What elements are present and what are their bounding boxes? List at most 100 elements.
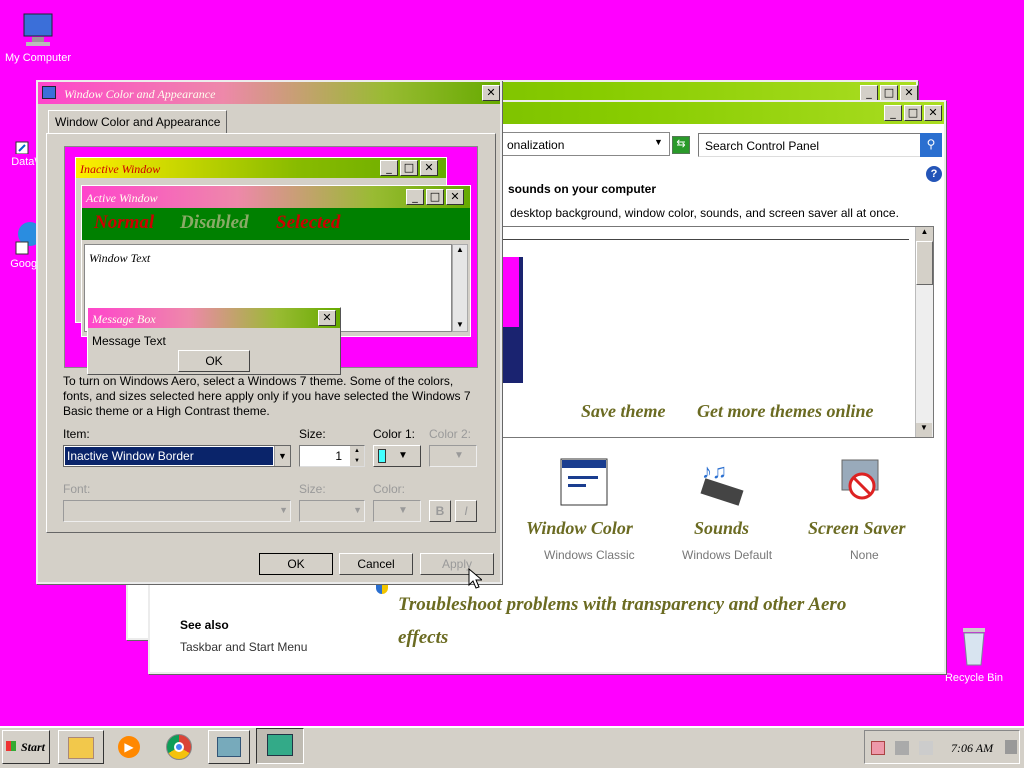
search-icon[interactable]: ⚲: [920, 133, 942, 157]
preview-normal: Normal: [94, 212, 155, 233]
window-color-link[interactable]: Window Color: [526, 518, 633, 539]
maximize-button[interactable]: □: [904, 105, 922, 121]
screen-saver-sub: None: [850, 548, 879, 562]
preview-msgbox-close: ✕: [318, 310, 336, 326]
cancel-button[interactable]: Cancel: [339, 553, 413, 575]
start-button[interactable]: Start: [2, 730, 50, 764]
shortcut-icon: [15, 141, 29, 154]
chrome-icon: [15, 222, 38, 255]
clock[interactable]: 7:06 AM: [951, 741, 993, 756]
color2-picker: ▼: [429, 445, 477, 467]
color1-swatch: [378, 449, 386, 463]
recycle-bin-icon: [963, 628, 985, 666]
color1-picker[interactable]: ▼: [373, 445, 421, 467]
chevron-down-icon: ▼: [398, 450, 408, 461]
preview-close: ✕: [446, 189, 464, 205]
close-button[interactable]: ✕: [924, 105, 942, 121]
preview-min: _: [406, 189, 424, 205]
color2-label: Color 2:: [429, 427, 472, 441]
stepper-arrows[interactable]: ▲ ▼: [350, 446, 364, 466]
theme-preview: [501, 257, 523, 383]
item-selected-value: Inactive Window Border: [65, 447, 273, 465]
network-icon[interactable]: [895, 741, 909, 755]
preview-window-text: Window Text: [89, 251, 151, 265]
theme-list[interactable]: Save theme Get more themes online ▲ ▼: [500, 226, 934, 438]
window-color-dialog[interactable]: Window Color and Appearance ✕ Window Col…: [36, 80, 502, 584]
refresh-button[interactable]: ⇆: [672, 136, 690, 154]
dialog-close-button[interactable]: ✕: [482, 85, 500, 101]
recycle-bin-shortcut[interactable]: Recycle Bin: [938, 624, 1010, 684]
my-computer-label: My Computer: [4, 52, 72, 64]
troubleshoot-link[interactable]: Troubleshoot problems with transparency …: [398, 588, 898, 654]
see-also-heading: See also: [180, 618, 229, 632]
minimize-button[interactable]: _: [884, 105, 902, 121]
appearance-preview[interactable]: Inactive Window _ □ ✕ Active Window _ □ ✕ No…: [64, 146, 478, 375]
tab-window-color[interactable]: Window Color and Appearance: [48, 110, 228, 134]
page-subtitle: desktop background, window color, sounds…: [510, 206, 899, 220]
search-input[interactable]: Search Control Panel: [698, 133, 922, 157]
mouse-cursor-icon: [468, 568, 482, 589]
taskbar-media-button[interactable]: ▶: [110, 730, 150, 764]
preview-selected: Selected: [276, 212, 341, 233]
font-size-label: Size:: [299, 482, 326, 496]
page-heading: sounds on your computer: [508, 182, 657, 196]
taskbar-explorer-button[interactable]: [58, 730, 104, 764]
preview-message-box: Message Box ✕ Message Text OK: [87, 307, 341, 375]
control-panel-icon: [217, 737, 241, 757]
scrollbar[interactable]: ▲ ▼: [915, 227, 933, 437]
my-computer-shortcut[interactable]: My Computer: [2, 10, 74, 64]
preview-inactive-title: Inactive Window: [80, 162, 161, 176]
font-color-label: Color:: [373, 482, 406, 496]
preview-close: ✕: [420, 160, 438, 176]
chevron-down-icon[interactable]: ▼: [274, 446, 290, 466]
help-icon[interactable]: ?: [926, 166, 942, 182]
size-value: 1: [335, 449, 342, 463]
taskbar-chrome-button[interactable]: [160, 730, 200, 764]
preview-ok-button: OK: [178, 350, 250, 372]
window-icon: [42, 86, 56, 99]
close-button[interactable]: ✕: [900, 85, 918, 101]
window-color-sub: Windows Classic: [544, 548, 635, 562]
volume-icon[interactable]: [919, 741, 933, 755]
info-text: To turn on Windows Aero, select a Window…: [63, 374, 471, 418]
preview-message-text: Message Text: [92, 334, 166, 348]
display-icon: [267, 734, 293, 756]
font-select: ▼: [63, 500, 291, 522]
maximize-button[interactable]: □: [880, 85, 898, 101]
font-label: Font:: [63, 482, 91, 496]
dialog-title-bar[interactable]: Window Color and Appearance: [38, 82, 500, 104]
chevron-down-icon[interactable]: ▼: [654, 137, 663, 147]
item-select[interactable]: Inactive Window Border ▼: [63, 445, 291, 467]
preview-disabled: Disabled: [180, 212, 249, 233]
get-more-themes-link[interactable]: Get more themes online: [697, 401, 874, 422]
show-desktop-icon[interactable]: [1005, 740, 1017, 754]
color1-label: Color 1:: [373, 427, 416, 441]
dialog-title: Window Color and Appearance: [64, 87, 216, 101]
minimize-button[interactable]: _: [860, 85, 878, 101]
item-label: Item:: [63, 427, 90, 441]
ok-button[interactable]: OK: [259, 553, 333, 575]
italic-button: I: [455, 500, 477, 522]
media-player-icon: ▶: [118, 736, 140, 758]
sounds-link[interactable]: Sounds: [694, 518, 749, 539]
size-stepper[interactable]: 1 ▲ ▼: [299, 445, 365, 467]
screen-saver-link[interactable]: Screen Saver: [808, 518, 906, 539]
chrome-icon: [166, 734, 192, 760]
computer-icon: [23, 13, 53, 46]
taskbar-display-button[interactable]: [256, 728, 304, 764]
scrollbar-thumb[interactable]: [916, 241, 933, 285]
breadcrumb: onalization: [507, 138, 565, 152]
action-center-icon[interactable]: [871, 741, 885, 755]
window-color-icon: [560, 458, 608, 506]
save-theme-link[interactable]: Save theme: [581, 401, 665, 422]
apply-button: Apply: [420, 553, 494, 575]
start-label: Start: [21, 740, 46, 754]
divider: [503, 239, 909, 240]
taskbar-start-menu-link[interactable]: Taskbar and Start Menu: [180, 640, 307, 654]
preview-max: □: [400, 160, 418, 176]
taskbar-control-panel-button[interactable]: [208, 730, 250, 764]
preview-msgbox-title: Message Box: [92, 312, 156, 326]
font-size-select: ▼: [299, 500, 365, 522]
size-label: Size:: [299, 427, 326, 441]
font-color-picker: ▼: [373, 500, 421, 522]
